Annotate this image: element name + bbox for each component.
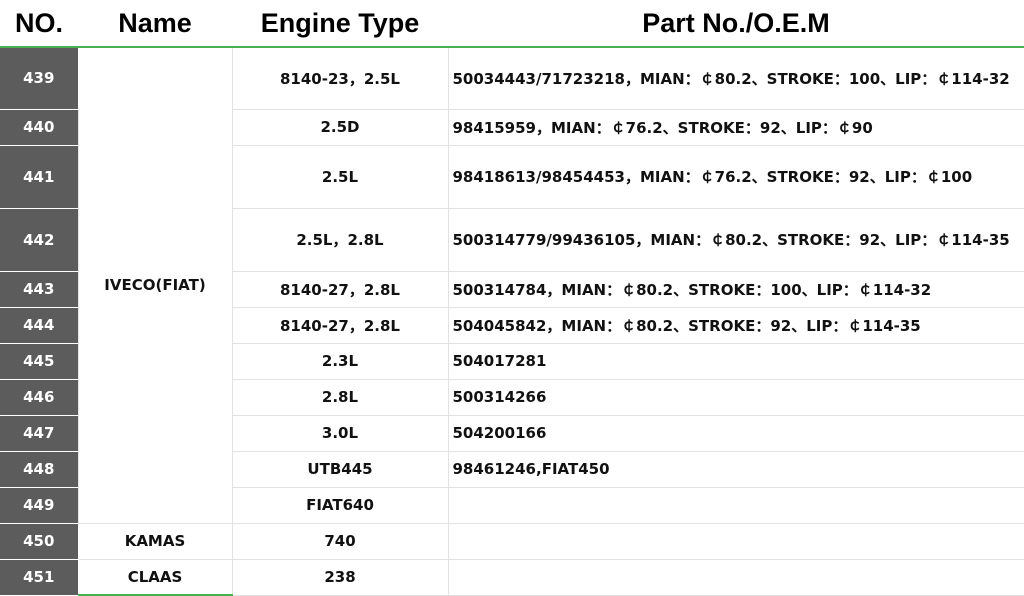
engine-type-cell: 740 [231, 522, 449, 560]
part-no-cell [447, 522, 1024, 560]
header-name: Name [78, 0, 232, 48]
name-cell-kamas: KAMAS [77, 522, 233, 560]
part-no-cell: 504045842，MIAN：￠80.2、STROKE：92、LIP：￠114-… [447, 306, 1024, 344]
row-number: 448 [0, 450, 79, 488]
part-no-cell: 98415959，MIAN：￠76.2、STROKE：92、LIP：￠90 [447, 108, 1024, 146]
row-number: 443 [0, 270, 79, 308]
engine-type-cell: 3.0L [231, 414, 449, 452]
row-number: 451 [0, 558, 79, 596]
name-cell-iveco: IVECO(FIAT) [77, 46, 233, 524]
row-number: 450 [0, 522, 79, 560]
engine-type-cell: 8140-27，2.8L [231, 306, 449, 344]
row-number: 440 [0, 108, 79, 146]
table-row: 451 CLAAS 238 [0, 558, 1024, 596]
part-no-cell [447, 486, 1024, 524]
name-cell-claas: CLAAS [77, 558, 233, 596]
engine-type-cell: 8140-27，2.8L [231, 270, 449, 308]
engine-type-cell: UTB445 [231, 450, 449, 488]
part-no-cell [447, 558, 1024, 596]
header-row: NO. Name Engine Type Part No./O.E.M [0, 0, 1024, 48]
part-no-cell: 500314266 [447, 378, 1024, 416]
row-number: 441 [0, 144, 79, 209]
engine-type-cell: 2.3L [231, 342, 449, 380]
header-engine-type: Engine Type [232, 0, 448, 48]
table-row: 439 IVECO(FIAT) 8140-23，2.5L 50034443/71… [0, 46, 1024, 524]
engine-type-cell: 2.5D [231, 108, 449, 146]
engine-type-cell: 2.5L，2.8L [231, 207, 449, 272]
header-no: NO. [0, 0, 78, 48]
part-no-cell: 98461246,FIAT450 [447, 450, 1024, 488]
table-row: 450 KAMAS 740 [0, 522, 1024, 560]
row-number: 449 [0, 486, 79, 524]
part-no-cell: 504200166 [447, 414, 1024, 452]
row-number: 445 [0, 342, 79, 380]
engine-type-cell: 8140-23，2.5L [231, 46, 449, 110]
row-number: 446 [0, 378, 79, 416]
engine-type-cell: 238 [231, 558, 449, 596]
row-number: 447 [0, 414, 79, 452]
header-part-no: Part No./O.E.M [448, 0, 1024, 48]
row-number: 444 [0, 306, 79, 344]
part-no-cell: 504017281 [447, 342, 1024, 380]
engine-type-cell: 2.8L [231, 378, 449, 416]
part-no-cell: 50034443/71723218，MIAN：￠80.2、STROKE：100、… [447, 46, 1024, 110]
part-no-cell: 500314779/99436105，MIAN：￠80.2、STROKE：92、… [447, 207, 1024, 272]
part-no-cell: 98418613/98454453，MIAN：￠76.2、STROKE：92、L… [447, 144, 1024, 209]
engine-type-cell: FIAT640 [231, 486, 449, 524]
part-no-cell: 500314784，MIAN：￠80.2、STROKE：100、LIP：￠114… [447, 270, 1024, 308]
parts-table: NO. Name Engine Type Part No./O.E.M 439 … [0, 0, 1024, 596]
engine-type-cell: 2.5L [231, 144, 449, 209]
row-number: 439 [0, 46, 79, 110]
row-number: 442 [0, 207, 79, 272]
